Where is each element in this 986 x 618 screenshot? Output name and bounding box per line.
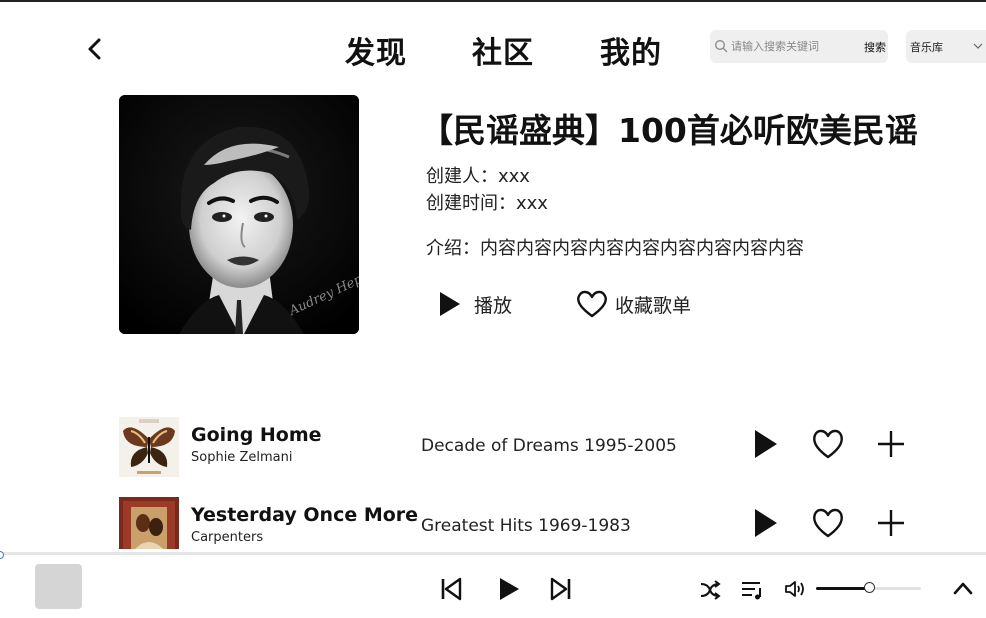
- favorite-playlist-button[interactable]: 收藏歌单: [576, 289, 691, 319]
- chevron-left-icon[interactable]: [80, 34, 110, 64]
- tab-community[interactable]: 社区: [472, 28, 534, 72]
- play-icon[interactable]: [748, 506, 782, 540]
- heart-icon[interactable]: [811, 506, 845, 540]
- player-bar: [0, 549, 986, 618]
- play-icon: [440, 292, 460, 316]
- search-input[interactable]: [731, 37, 855, 55]
- library-select[interactable]: 音乐库: [906, 30, 986, 63]
- cover-image: Audrey Hepburn: [119, 95, 359, 334]
- play-playlist-button[interactable]: 播放: [436, 289, 512, 319]
- playlist-title: 【民谣盛典】100首必听欧美民谣: [420, 111, 918, 150]
- tab-mine[interactable]: 我的: [600, 28, 662, 72]
- play-icon[interactable]: [495, 575, 523, 603]
- progress-knob[interactable]: [0, 551, 4, 559]
- heart-icon: [577, 290, 607, 318]
- favorite-label: 收藏歌单: [615, 294, 692, 317]
- search-button[interactable]: 搜索: [864, 39, 886, 55]
- song-album[interactable]: Greatest Hits 1969-1983: [421, 516, 631, 536]
- volume-slider-knob[interactable]: [863, 582, 875, 593]
- volume-slider[interactable]: [816, 582, 921, 593]
- progress-bar[interactable]: [0, 551, 986, 559]
- now-playing-cover[interactable]: [35, 564, 82, 609]
- play-label: 播放: [474, 294, 513, 317]
- playlist-creator: 创建人：xxx: [426, 166, 530, 187]
- heart-icon[interactable]: [811, 427, 845, 461]
- volume-icon[interactable]: [784, 579, 808, 599]
- plus-icon[interactable]: [874, 506, 908, 540]
- song-title[interactable]: Going Home: [191, 424, 322, 446]
- play-icon[interactable]: [748, 427, 782, 461]
- playlist-created-time: 创建时间：xxx: [426, 193, 548, 214]
- song-cover: [119, 417, 179, 477]
- skip-previous-icon[interactable]: [438, 576, 464, 602]
- plus-icon[interactable]: [874, 427, 908, 461]
- playlist-intro: 介绍：内容内容内容内容内容内容内容内容内容: [426, 238, 804, 259]
- window-top-border: [0, 0, 986, 2]
- skip-next-icon[interactable]: [548, 576, 574, 602]
- tab-discover[interactable]: 发现: [345, 28, 407, 72]
- song-album[interactable]: Decade of Dreams 1995-2005: [421, 436, 677, 456]
- song-row[interactable]: Going Home Sophie Zelmani Decade of Drea…: [119, 417, 919, 485]
- song-title[interactable]: Yesterday Once More: [191, 504, 418, 526]
- song-artist[interactable]: Carpenters: [191, 530, 263, 545]
- song-artist[interactable]: Sophie Zelmani: [191, 450, 292, 465]
- playlist-cover: Audrey Hepburn: [119, 95, 359, 334]
- volume-slider-fill: [816, 587, 869, 590]
- library-select-value: 音乐库: [910, 41, 943, 54]
- chevron-up-icon[interactable]: [952, 579, 974, 597]
- chevron-down-icon: [973, 43, 983, 49]
- song-cover: [119, 497, 179, 549]
- shuffle-icon[interactable]: [699, 580, 721, 600]
- song-row[interactable]: Yesterday Once More Carpenters Greatest …: [119, 497, 919, 549]
- search-box: 搜索: [710, 30, 888, 63]
- playlist-icon[interactable]: [741, 580, 765, 600]
- search-icon: [715, 40, 728, 53]
